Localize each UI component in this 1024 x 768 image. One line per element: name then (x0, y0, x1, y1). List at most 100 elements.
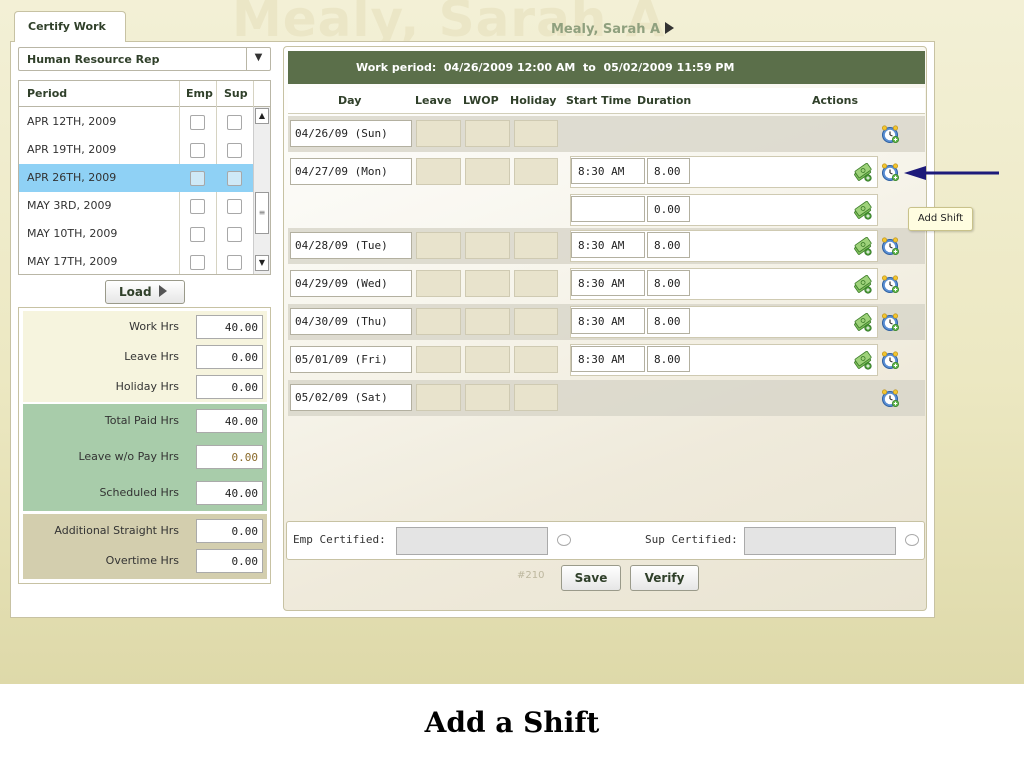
tab-certify-work[interactable]: Certify Work (14, 11, 126, 42)
emp-certified-label: Emp Certified: (293, 533, 386, 546)
emp-checkbox[interactable] (190, 171, 205, 186)
period-row[interactable]: MAY 10TH, 2009 (19, 220, 253, 248)
duration-input[interactable]: 8.00 (647, 346, 690, 372)
sup-comment-icon[interactable] (905, 534, 919, 546)
add-shift-icon[interactable] (880, 236, 900, 256)
total-value: 40.00 (196, 409, 263, 433)
emp-checkbox[interactable] (190, 199, 205, 214)
add-cash-icon[interactable] (853, 163, 873, 183)
start-time-input[interactable]: 8:30 AM (571, 308, 645, 334)
start-time-input[interactable]: 8:30 AM (571, 346, 645, 372)
emp-checkbox[interactable] (190, 227, 205, 242)
emp-checkbox[interactable] (190, 143, 205, 158)
lwop-cell[interactable] (465, 232, 510, 259)
period-row[interactable]: APR 26TH, 2009 (19, 164, 253, 192)
day-row: 0.00 (288, 192, 925, 228)
start-time-input[interactable]: 8:30 AM (571, 158, 645, 184)
leave-cell[interactable] (416, 308, 461, 335)
total-value: 0.00 (196, 375, 263, 399)
leave-cell[interactable] (416, 270, 461, 297)
total-value: 40.00 (196, 315, 263, 339)
employee-name-link[interactable]: Mealy, Sarah A (551, 22, 675, 37)
leave-cell[interactable] (416, 232, 461, 259)
add-shift-icon[interactable] (880, 274, 900, 294)
lwop-cell[interactable] (465, 346, 510, 373)
duration-input[interactable]: 8.00 (647, 270, 690, 296)
lwop-cell[interactable] (465, 120, 510, 147)
emp-checkbox[interactable] (190, 255, 205, 270)
sup-checkbox[interactable] (227, 227, 242, 242)
sup-checkbox[interactable] (227, 171, 242, 186)
load-button[interactable]: Load (105, 280, 185, 304)
leave-cell[interactable] (416, 384, 461, 411)
holiday-cell[interactable] (514, 270, 558, 297)
add-shift-icon[interactable] (880, 388, 900, 408)
scroll-up-icon[interactable]: ▲ (255, 108, 269, 124)
start-time-input[interactable]: 8:30 AM (571, 232, 645, 258)
sup-checkbox[interactable] (227, 143, 242, 158)
holiday-cell[interactable] (514, 384, 558, 411)
holiday-cell[interactable] (514, 232, 558, 259)
period-label: APR 19TH, 2009 (27, 143, 117, 156)
role-select[interactable]: Human Resource Rep ▼ (18, 47, 271, 71)
add-cash-icon[interactable] (853, 351, 873, 371)
add-shift-icon[interactable] (880, 350, 900, 370)
verify-button[interactable]: Verify (630, 565, 699, 591)
duration-input[interactable]: 8.00 (647, 158, 690, 184)
save-button[interactable]: Save (561, 565, 621, 591)
emp-checkbox[interactable] (190, 115, 205, 130)
work-period-bar: Work period: 04/26/2009 12:00 AM to 05/0… (288, 51, 925, 84)
day-column-header: Day (338, 94, 362, 107)
dropdown-arrow-icon[interactable]: ▼ (246, 48, 270, 70)
play-arrow-icon (158, 285, 167, 297)
holiday-cell[interactable] (514, 346, 558, 373)
scroll-down-icon[interactable]: ▼ (255, 255, 269, 271)
total-row: Leave w/o Pay Hrs 0.00 (23, 442, 267, 472)
duration-input[interactable]: 8.00 (647, 308, 690, 334)
total-label: Work Hrs (129, 320, 179, 333)
period-scrollbar[interactable]: ▲ ≡ ▼ (253, 107, 270, 274)
sup-column-header: Sup (224, 87, 248, 100)
period-table: Period Emp Sup APR 12TH, 2009 APR 19TH, 2… (18, 80, 271, 275)
holiday-cell[interactable] (514, 308, 558, 335)
lwop-cell[interactable] (465, 308, 510, 335)
period-row[interactable]: MAY 3RD, 2009 (19, 192, 253, 220)
add-shift-icon[interactable] (880, 124, 900, 144)
period-row[interactable]: APR 12TH, 2009 (19, 108, 253, 136)
play-arrow-icon (665, 22, 675, 34)
lwop-cell[interactable] (465, 158, 510, 185)
leave-cell[interactable] (416, 120, 461, 147)
day-cell: 04/30/09 (Thu) (290, 308, 412, 335)
total-row: Work Hrs 40.00 (23, 312, 267, 342)
day-cell: 04/27/09 (Mon) (290, 158, 412, 185)
sup-checkbox[interactable] (227, 115, 242, 130)
scroll-thumb[interactable]: ≡ (255, 192, 269, 234)
period-row[interactable]: APR 19TH, 2009 (19, 136, 253, 164)
add-shift-icon[interactable] (880, 162, 900, 182)
add-cash-icon[interactable] (853, 275, 873, 295)
period-row[interactable]: MAY 17TH, 2009 (19, 248, 253, 276)
add-cash-icon[interactable] (853, 237, 873, 257)
holiday-cell[interactable] (514, 120, 558, 147)
add-cash-icon[interactable] (853, 313, 873, 333)
app-screen: Mealy, Sarah A Mealy, Sarah A Certify Wo… (0, 0, 1024, 684)
total-label: Overtime Hrs (105, 554, 179, 567)
sup-certified-label: Sup Certified: (645, 533, 738, 546)
start-time-input[interactable]: 8:30 AM (571, 270, 645, 296)
duration-input[interactable]: 0.00 (647, 196, 690, 222)
duration-input[interactable]: 8.00 (647, 232, 690, 258)
lwop-cell[interactable] (465, 270, 510, 297)
leave-cell[interactable] (416, 346, 461, 373)
add-cash-icon[interactable] (853, 201, 873, 221)
holiday-cell[interactable] (514, 158, 558, 185)
start-time-input[interactable] (571, 196, 645, 222)
sup-checkbox[interactable] (227, 199, 242, 214)
day-cell: 05/02/09 (Sat) (290, 384, 412, 411)
add-shift-icon[interactable] (880, 312, 900, 332)
lwop-cell[interactable] (465, 384, 510, 411)
leave-cell[interactable] (416, 158, 461, 185)
sup-checkbox[interactable] (227, 255, 242, 270)
employee-name-label: Mealy, Sarah A (551, 22, 661, 37)
form-id: #210 (517, 570, 545, 581)
emp-comment-icon[interactable] (557, 534, 571, 546)
